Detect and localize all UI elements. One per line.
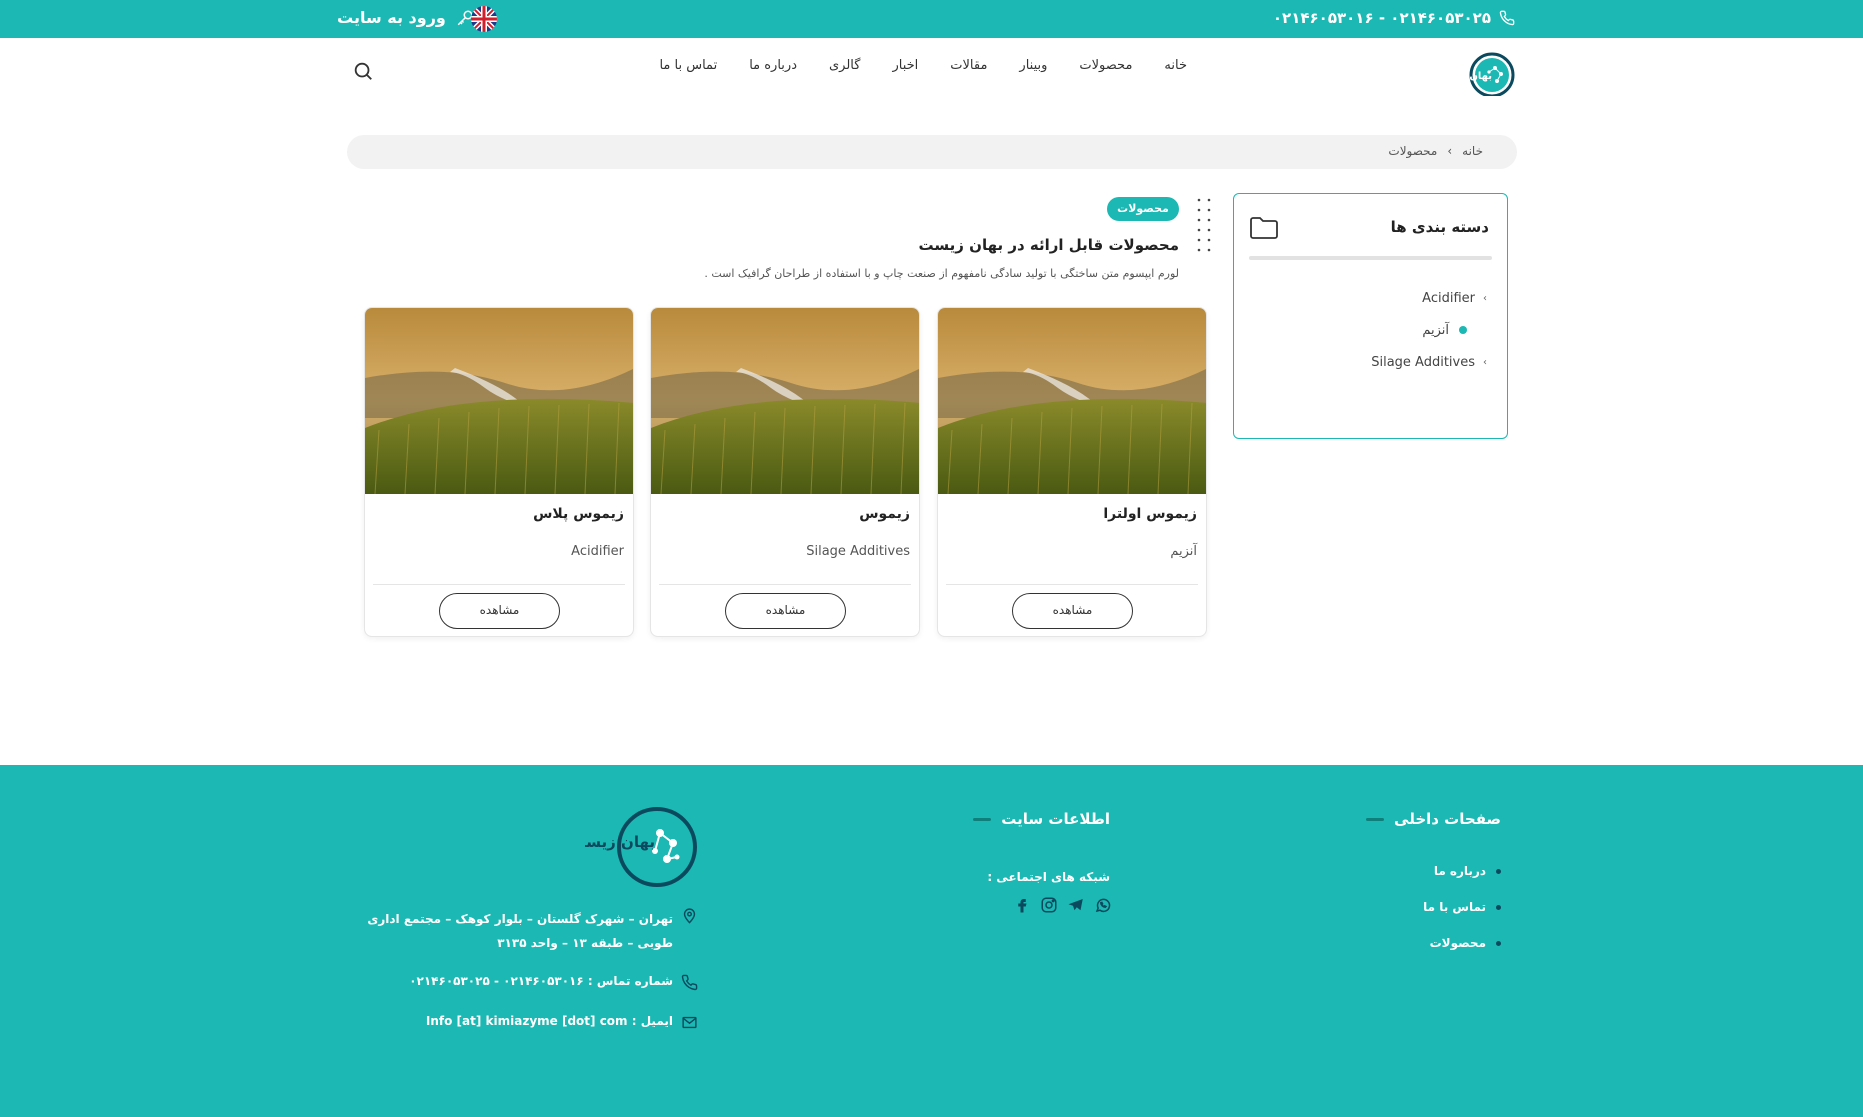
footer-link-contact[interactable]: تماس با ما xyxy=(1423,889,1501,925)
category-item-acidifier[interactable]: ‹ Acidifier xyxy=(1257,282,1487,314)
header: بهان زیست خانه محصولات وبینار مقالات اخب… xyxy=(0,38,1863,138)
sidebar-title: دسته بندی ها xyxy=(1390,218,1489,236)
view-button[interactable]: مشاهده xyxy=(439,593,560,629)
category-item-enzyme[interactable]: آنزیم xyxy=(1257,314,1487,346)
product-category: Acidifier xyxy=(571,544,624,559)
product-card[interactable]: زیموس اولترا آنزیم مشاهده xyxy=(937,307,1207,637)
footer-internal-title-text: صفحات داخلی xyxy=(1394,810,1501,828)
product-card[interactable]: زیموس پلاس Acidifier مشاهده xyxy=(364,307,634,637)
title-dash xyxy=(973,817,992,821)
topbar-phone[interactable]: ۰۲۱۴۶۰۵۳۰۱۶ - ۰۲۱۴۶۰۵۳۰۲۵ xyxy=(1273,9,1515,27)
title-dash xyxy=(1366,817,1385,821)
svg-text:بهان زیست: بهان زیست xyxy=(585,833,655,851)
nav-contact[interactable]: تماس با ما xyxy=(659,58,717,73)
facebook-icon[interactable] xyxy=(1013,896,1031,914)
product-image[interactable] xyxy=(651,308,919,495)
bullet-dot-icon xyxy=(1496,904,1501,910)
product-image[interactable] xyxy=(938,308,1206,495)
nav-articles[interactable]: مقالات xyxy=(950,58,987,73)
telegram-icon[interactable] xyxy=(1067,896,1085,914)
site-logo[interactable]: بهان زیست xyxy=(1415,46,1515,98)
top-bar: ۰۲۱۴۶۰۵۳۰۱۶ - ۰۲۱۴۶۰۵۳۰۲۵ ورود به سایت xyxy=(0,0,1863,38)
footer-internal-links: درباره ما تماس با ما محصولات xyxy=(1423,853,1501,961)
card-divider xyxy=(659,584,911,585)
dots-decoration-icon xyxy=(1196,197,1212,252)
footer-address-text: تهران – شهرک گلستان – بلوار کوهک – مجتمع… xyxy=(367,912,673,950)
nav-home[interactable]: خانه xyxy=(1164,58,1187,73)
footer-internal-title: صفحات داخلی xyxy=(1366,810,1501,828)
product-name[interactable]: زیموس xyxy=(859,506,910,522)
footer-logo[interactable]: بهان زیست xyxy=(570,805,697,889)
footer-link-about[interactable]: درباره ما xyxy=(1423,853,1501,889)
footer-address: تهران – شهرک گلستان – بلوار کوهک – مجتمع… xyxy=(358,907,698,955)
nav-products[interactable]: محصولات xyxy=(1079,58,1132,73)
view-button[interactable]: مشاهده xyxy=(1012,593,1133,629)
section-description: لورم ایپسوم متن ساختگی با تولید سادگی نا… xyxy=(704,267,1179,280)
phone-icon xyxy=(681,974,698,991)
search-icon[interactable] xyxy=(352,60,378,86)
product-card[interactable]: زیموس Silage Additives مشاهده xyxy=(650,307,920,637)
product-image[interactable] xyxy=(365,308,633,495)
category-label: آنزیم xyxy=(1422,322,1449,338)
product-name[interactable]: زیموس اولترا xyxy=(1103,506,1197,522)
instagram-icon[interactable] xyxy=(1040,896,1058,914)
topbar-phone-text: ۰۲۱۴۶۰۵۳۰۱۶ - ۰۲۱۴۶۰۵۳۰۲۵ xyxy=(1272,9,1491,27)
breadcrumb-home[interactable]: خانه xyxy=(1462,144,1483,158)
card-divider xyxy=(373,584,625,585)
category-item-silage-additives[interactable]: ‹ Silage Additives xyxy=(1257,346,1487,378)
social-links xyxy=(1013,896,1112,914)
nav-about[interactable]: درباره ما xyxy=(749,58,797,73)
bullet-dot-icon xyxy=(1496,868,1501,874)
footer-link-label: درباره ما xyxy=(1433,864,1486,878)
chevron-left-icon: ‹ xyxy=(1483,292,1487,304)
footer-link-label: محصولات xyxy=(1429,936,1486,950)
category-list: ‹ Acidifier آنزیم ‹ Silage Additives xyxy=(1257,282,1487,378)
footer-site-info-title: اطلاعات سایت xyxy=(973,810,1110,828)
svg-text:بهان زیست: بهان زیست xyxy=(1436,71,1492,82)
category-label: Silage Additives xyxy=(1371,354,1475,370)
section-tag: محصولات xyxy=(1107,197,1179,221)
product-category: Silage Additives xyxy=(806,544,910,559)
footer-email[interactable]: ایمیل : Info [at] kimiazyme [dot] com xyxy=(426,1014,698,1031)
footer-email-text: ایمیل : Info [at] kimiazyme [dot] com xyxy=(425,1014,673,1028)
bullet-dot-icon xyxy=(1459,326,1467,334)
view-button[interactable]: مشاهده xyxy=(725,593,846,629)
main-nav: خانه محصولات وبینار مقالات اخبار گالری د… xyxy=(659,58,1187,73)
nav-gallery[interactable]: گالری xyxy=(829,58,860,73)
product-name[interactable]: زیموس پلاس xyxy=(533,506,624,522)
footer-site-info-title-text: اطلاعات سایت xyxy=(1001,810,1110,828)
bullet-dot-icon xyxy=(1496,940,1501,946)
section-title: محصولات قابل ارائه در بهان زیست xyxy=(918,236,1179,254)
footer-link-products[interactable]: محصولات xyxy=(1423,925,1501,961)
chevron-left-icon: ‹ xyxy=(1483,356,1487,368)
category-sidebar: دسته بندی ها ‹ Acidifier آنزیم ‹ Silage … xyxy=(1233,193,1508,439)
footer-link-label: تماس با ما xyxy=(1423,900,1486,914)
uk-flag-icon[interactable] xyxy=(471,6,497,32)
phone-icon xyxy=(1499,10,1515,26)
location-pin-icon xyxy=(683,908,696,924)
footer-phone-text: شماره تماس : ۰۲۱۴۶۰۵۳۰۱۶ - ۰۲۱۴۶۰۵۳۰۲۵ xyxy=(409,974,673,988)
breadcrumb: خانه ‹ محصولات xyxy=(347,135,1517,169)
login-label: ورود به سایت xyxy=(337,8,446,27)
mail-icon xyxy=(682,1016,697,1029)
sidebar-divider xyxy=(1249,256,1492,260)
category-label: Acidifier xyxy=(1422,290,1475,306)
product-category: آنزیم xyxy=(1170,544,1197,559)
nav-webinar[interactable]: وبینار xyxy=(1019,58,1047,73)
login-link[interactable]: ورود به سایت xyxy=(337,8,474,27)
footer: صفحات داخلی درباره ما تماس با ما محصولات… xyxy=(0,765,1863,1117)
social-label: شبکه های اجتماعی : xyxy=(987,870,1110,884)
card-divider xyxy=(946,584,1198,585)
folder-icon xyxy=(1249,216,1279,240)
nav-news[interactable]: اخبار xyxy=(892,58,918,73)
chevron-left-icon: ‹ xyxy=(1447,144,1453,158)
breadcrumb-current: محصولات xyxy=(1388,144,1438,158)
footer-phone[interactable]: شماره تماس : ۰۲۱۴۶۰۵۳۰۱۶ - ۰۲۱۴۶۰۵۳۰۲۵ xyxy=(409,974,698,991)
whatsapp-icon[interactable] xyxy=(1094,896,1112,914)
